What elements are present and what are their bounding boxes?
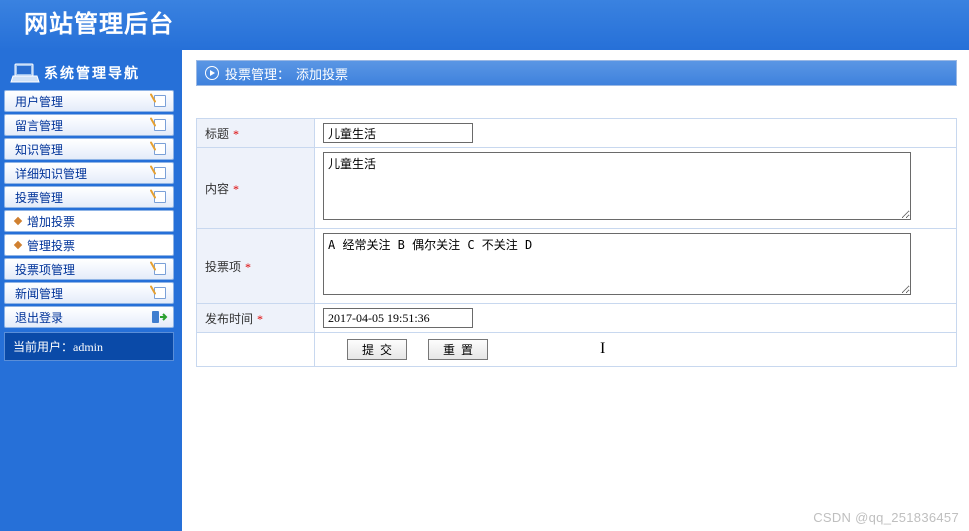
nav-title: 系统管理导航 (4, 56, 174, 90)
edit-icon (151, 117, 169, 133)
sidebar-item-logout[interactable]: 退出登录 (4, 306, 174, 328)
title-input[interactable] (323, 123, 473, 143)
form-table: 标题* 内容* 投票项* (196, 118, 957, 367)
required-asterisk: * (233, 182, 239, 196)
sidebar-item-label: 详细知识管理 (15, 165, 87, 182)
sidebar-item-message-mgmt[interactable]: 留言管理 (4, 114, 174, 136)
bullet-icon (14, 217, 22, 225)
panel-header: 投票管理： 添加投票 (197, 61, 956, 85)
edit-icon (151, 93, 169, 109)
sidebar-item-manage-vote[interactable]: 管理投票 (4, 234, 174, 256)
content-textarea[interactable] (323, 152, 911, 220)
sidebar-item-vote-mgmt[interactable]: 投票管理 (4, 186, 174, 208)
sidebar-item-label: 知识管理 (15, 141, 63, 158)
sidebar-item-label: 留言管理 (15, 117, 63, 134)
sidebar-item-label: 新闻管理 (15, 285, 63, 302)
sidebar-item-user-mgmt[interactable]: 用户管理 (4, 90, 174, 112)
required-asterisk: * (257, 312, 263, 326)
app-header: 网站管理后台 (0, 0, 969, 50)
panel: 投票管理： 添加投票 (196, 60, 957, 86)
watermark: CSDN @qq_251836457 (813, 510, 959, 525)
options-textarea[interactable] (323, 233, 911, 295)
edit-icon (151, 189, 169, 205)
required-asterisk: * (245, 260, 251, 274)
sidebar-item-label: 投票管理 (15, 189, 63, 206)
sidebar-item-label: 增加投票 (27, 213, 75, 230)
current-user: 当前用户：admin (4, 332, 174, 361)
sidebar-item-label: 退出登录 (15, 309, 63, 326)
label-options: 投票项* (197, 229, 315, 304)
sidebar-item-detail-knowledge-mgmt[interactable]: 详细知识管理 (4, 162, 174, 184)
current-user-label: 当前用户： (13, 340, 73, 354)
sidebar-item-knowledge-mgmt[interactable]: 知识管理 (4, 138, 174, 160)
sidebar-item-label: 投票项管理 (15, 261, 75, 278)
breadcrumb-module: 投票管理： (225, 64, 290, 83)
submit-button[interactable]: 提交 (347, 339, 407, 360)
sidebar-item-news-mgmt[interactable]: 新闻管理 (4, 282, 174, 304)
edit-icon (151, 261, 169, 277)
sidebar-item-add-vote[interactable]: 增加投票 (4, 210, 174, 232)
logout-icon (151, 309, 169, 325)
sidebar-item-label: 管理投票 (27, 237, 75, 254)
app-title: 网站管理后台 (24, 12, 174, 38)
publish-time-input[interactable] (323, 308, 473, 328)
current-user-value: admin (73, 340, 103, 354)
edit-icon (151, 285, 169, 301)
play-icon (205, 66, 219, 80)
required-asterisk: * (233, 127, 239, 141)
sidebar-item-label: 用户管理 (15, 93, 63, 110)
label-publish-time: 发布时间* (197, 304, 315, 333)
sidebar-item-vote-option-mgmt[interactable]: 投票项管理 (4, 258, 174, 280)
sidebar: 系统管理导航 用户管理 留言管理 知识管理 详细知识管理 投票管理 (0, 50, 182, 531)
bullet-icon (14, 241, 22, 249)
breadcrumb-action: 添加投票 (296, 64, 348, 83)
edit-icon (151, 141, 169, 157)
laptop-icon (10, 62, 40, 84)
main-content: 投票管理： 添加投票 标题* 内容* (182, 50, 969, 531)
label-title: 标题* (197, 119, 315, 148)
label-content: 内容* (197, 148, 315, 229)
reset-button[interactable]: 重置 (428, 339, 488, 360)
edit-icon (151, 165, 169, 181)
